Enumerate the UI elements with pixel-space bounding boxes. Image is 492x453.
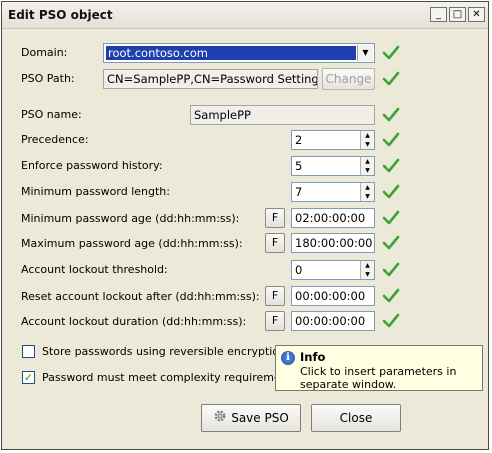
spin-up-icon[interactable]: ▲ <box>360 261 374 270</box>
domain-label: Domain: <box>21 46 68 59</box>
lockout-duration-label: Account lockout duration (dd:hh:mm:ss): <box>21 315 247 328</box>
tooltip-title: Info <box>300 350 326 364</box>
history-value: 5 <box>295 159 303 173</box>
precedence-label: Precedence: <box>21 133 89 146</box>
domain-selected-value: root.contoso.com <box>106 46 356 60</box>
close-window-button[interactable]: ✕ <box>468 7 485 22</box>
lockout-duration-f-button[interactable]: F <box>265 311 285 331</box>
spin-down-icon[interactable]: ▼ <box>360 192 374 201</box>
max-age-f-button[interactable]: F <box>265 233 285 253</box>
lockout-duration-field[interactable]: 00:00:00:00 <box>291 311 375 331</box>
lockout-threshold-value: 0 <box>295 263 303 277</box>
chevron-down-icon[interactable]: ▼ <box>357 45 373 61</box>
valid-check-icon <box>382 70 400 88</box>
spin-up-icon[interactable]: ▲ <box>360 183 374 192</box>
title-bar[interactable]: Edit PSO object _ □ ✕ <box>2 2 488 29</box>
window-title: Edit PSO object <box>8 8 113 22</box>
valid-check-icon <box>382 106 400 124</box>
save-pso-button[interactable]: Save PSO <box>201 404 301 432</box>
valid-check-icon <box>382 287 400 305</box>
history-label: Enforce password history: <box>21 159 163 172</box>
spin-up-icon[interactable]: ▲ <box>360 131 374 140</box>
domain-dropdown[interactable]: root.contoso.com ▼ <box>103 43 375 63</box>
change-button[interactable]: Change <box>322 68 375 90</box>
maximize-button[interactable]: □ <box>449 7 466 22</box>
valid-check-icon <box>382 44 400 62</box>
min-age-label: Minimum password age (dd:hh:mm:ss): <box>21 212 240 225</box>
pso-path-field[interactable]: CN=SamplePP,CN=Password Settings Conta <box>103 69 318 89</box>
tooltip-text: Click to insert parameters in separate w… <box>300 365 457 391</box>
max-age-field[interactable]: 180:00:00:00 <box>291 233 375 253</box>
history-stepper[interactable]: 5 ▲ ▼ <box>291 156 375 176</box>
spin-down-icon[interactable]: ▼ <box>360 270 374 279</box>
reset-lockout-label: Reset account lockout after (dd:hh:mm:ss… <box>21 290 260 303</box>
gear-icon <box>213 406 227 432</box>
valid-check-icon <box>382 261 400 279</box>
reversible-encryption-checkbox[interactable] <box>22 345 35 358</box>
lockout-threshold-label: Account lockout threshold: <box>21 263 168 276</box>
max-age-label: Maximum password age (dd:hh:mm:ss): <box>21 237 243 250</box>
min-age-field[interactable]: 02:00:00:00 <box>291 208 375 228</box>
pso-name-label: PSO name: <box>21 108 82 121</box>
precedence-stepper[interactable]: 2 ▲ ▼ <box>291 130 375 150</box>
spin-down-icon[interactable]: ▼ <box>360 140 374 149</box>
valid-check-icon <box>382 209 400 227</box>
save-pso-label: Save PSO <box>231 411 289 425</box>
lockout-threshold-stepper[interactable]: 0 ▲ ▼ <box>291 260 375 280</box>
valid-check-icon <box>382 234 400 252</box>
pso-name-field[interactable]: SamplePP <box>190 105 375 125</box>
minimize-button[interactable]: _ <box>430 7 447 22</box>
spin-down-icon[interactable]: ▼ <box>360 166 374 175</box>
close-button[interactable]: Close <box>311 404 401 432</box>
min-length-label: Minimum password length: <box>21 185 170 198</box>
valid-check-icon <box>382 183 400 201</box>
valid-check-icon <box>382 157 400 175</box>
complexity-checkbox[interactable]: ✓ <box>22 371 35 384</box>
info-icon: i <box>281 351 295 365</box>
info-tooltip: i Info Click to insert parameters in sep… <box>275 345 483 391</box>
pso-path-label: PSO Path: <box>21 72 75 85</box>
reset-lockout-f-button[interactable]: F <box>265 286 285 306</box>
valid-check-icon <box>382 312 400 330</box>
min-age-f-button[interactable]: F <box>265 208 285 228</box>
precedence-value: 2 <box>295 133 303 147</box>
min-length-stepper[interactable]: 7 ▲ ▼ <box>291 182 375 202</box>
edit-pso-dialog: Edit PSO object _ □ ✕ Domain: root.conto… <box>1 1 489 450</box>
reset-lockout-field[interactable]: 00:00:00:00 <box>291 286 375 306</box>
complexity-label: Password must meet complexity requiremen… <box>42 371 298 384</box>
reversible-encryption-label: Store passwords using reversible encrypt… <box>42 345 287 358</box>
valid-check-icon <box>382 131 400 149</box>
spin-up-icon[interactable]: ▲ <box>360 157 374 166</box>
min-length-value: 7 <box>295 185 303 199</box>
